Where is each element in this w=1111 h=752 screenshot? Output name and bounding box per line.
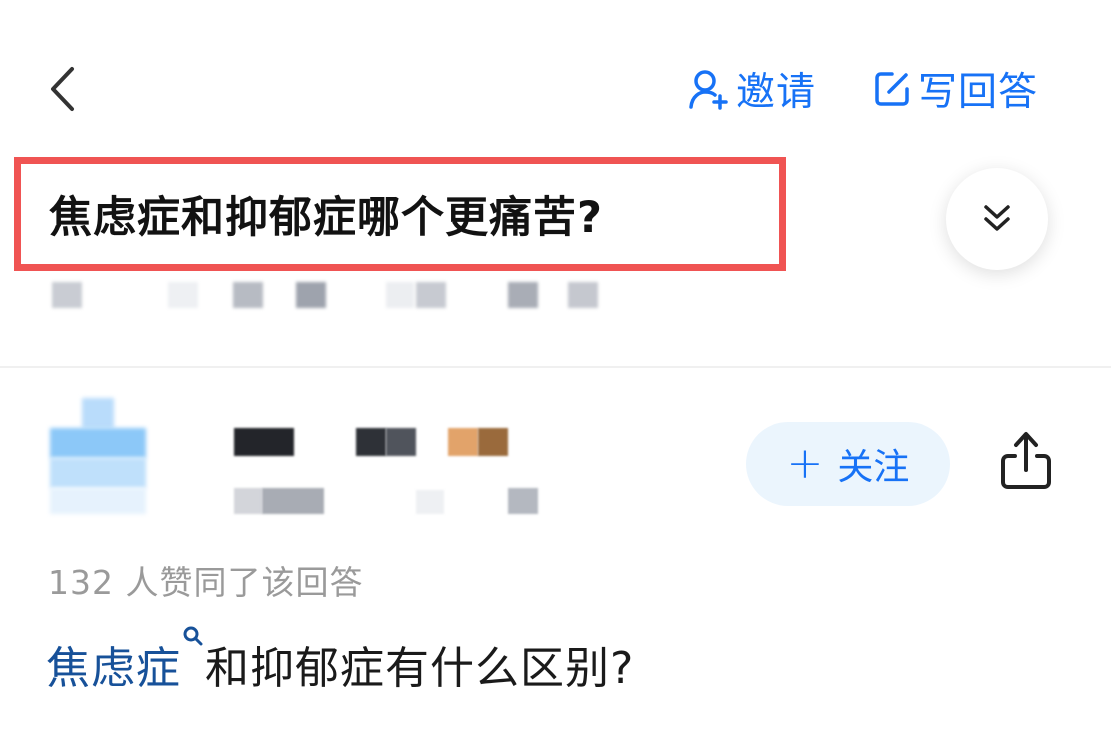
agree-count: 132 人赞同了该回答 (48, 563, 364, 602)
add-user-icon (689, 70, 728, 110)
share-button[interactable] (996, 428, 1056, 494)
answer-body-text: 和抑郁症有什么区别? (205, 643, 635, 694)
question-title[interactable]: 焦虑症和抑郁症哪个更痛苦? (49, 183, 603, 245)
share-icon (1001, 432, 1051, 489)
author-avatar[interactable] (50, 398, 146, 516)
expand-question-button[interactable] (946, 168, 1048, 270)
write-answer-label: 写回答 (918, 70, 1039, 115)
write-answer-button[interactable]: 写回答 (872, 62, 1038, 116)
search-icon (183, 626, 203, 646)
back-button[interactable] (40, 62, 84, 116)
question-title-highlight: 焦虑症和抑郁症哪个更痛苦? (14, 157, 786, 271)
chevron-left-icon (51, 67, 74, 111)
edit-icon (875, 72, 909, 106)
top-navigation-bar: 邀请 写回答 (0, 0, 1111, 150)
blurred-question-meta (48, 282, 608, 310)
follow-button[interactable]: + 关注 (746, 422, 950, 506)
plus-icon: + (786, 438, 824, 489)
section-divider (0, 366, 1111, 368)
invite-label: 邀请 (736, 70, 817, 115)
follow-label: 关注 (837, 447, 910, 488)
answer-first-line: 焦虑症 和抑郁症有什么区别? (46, 626, 635, 696)
keyword-link[interactable]: 焦虑症 (46, 643, 181, 694)
blurred-author-info[interactable] (170, 420, 590, 520)
double-chevron-down-icon (984, 205, 1010, 231)
invite-button[interactable]: 邀请 (688, 62, 816, 116)
